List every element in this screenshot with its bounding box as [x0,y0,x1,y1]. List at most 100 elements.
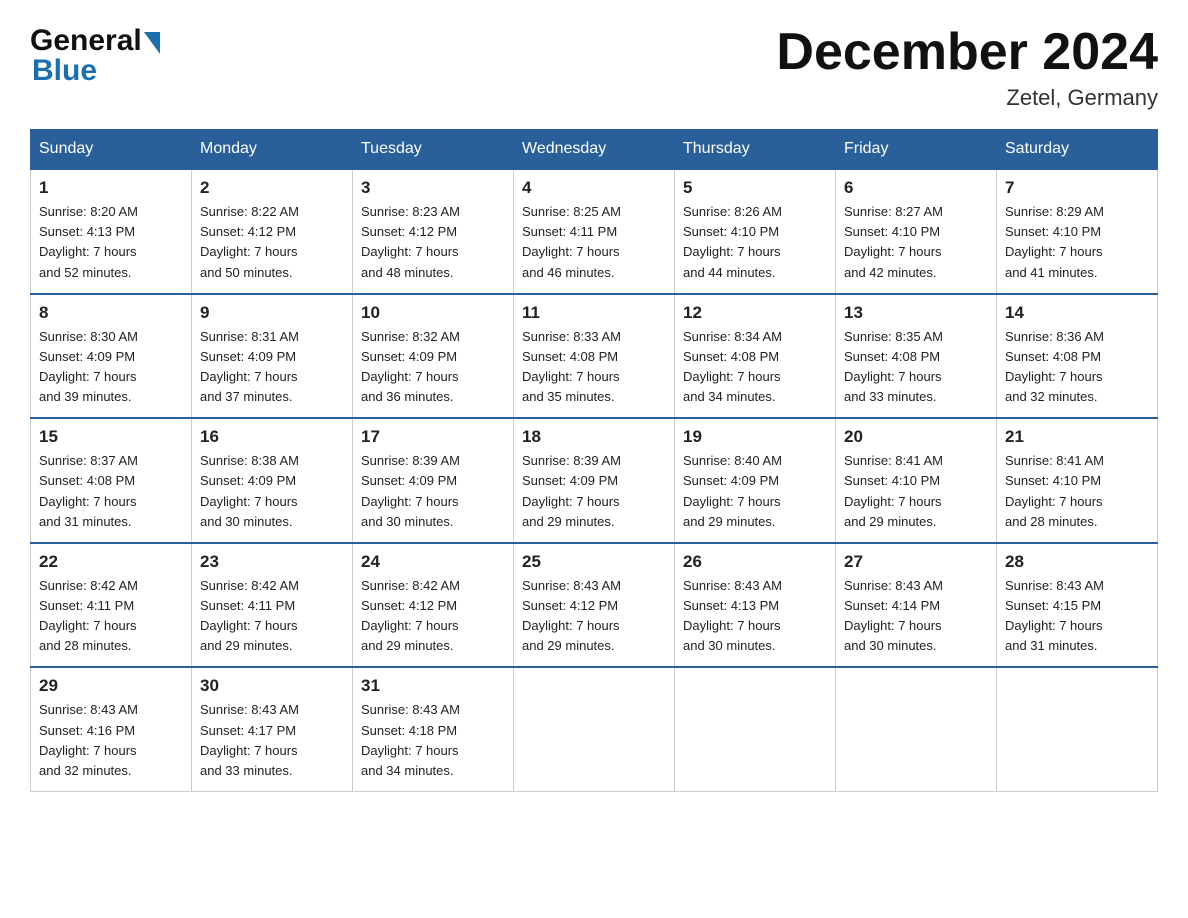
table-row: 14Sunrise: 8:36 AMSunset: 4:08 PMDayligh… [997,294,1158,419]
table-row: 31 Sunrise: 8:43 AMSunset: 4:18 PMDayligh… [353,667,514,791]
day-info: Sunrise: 8:37 AMSunset: 4:08 PMDaylight:… [39,451,183,532]
day-info: Sunrise: 8:34 AMSunset: 4:08 PMDaylight:… [683,327,827,408]
weekday-header-row: Sunday Monday Tuesday Wednesday Thursday… [31,130,1158,170]
header-saturday: Saturday [997,130,1158,170]
day-number: 31 [361,676,505,696]
day-number: 6 [844,178,988,198]
table-row: 30Sunrise: 8:43 AMSunset: 4:17 PMDayligh… [192,667,353,791]
table-row: 28 Sunrise: 8:43 AMSunset: 4:15 PMDayligh… [997,543,1158,668]
day-number: 9 [200,303,344,323]
table-row: 7Sunrise: 8:29 AMSunset: 4:10 PMDaylight… [997,169,1158,294]
page-wrapper: General Blue December 2024 Zetel, German… [0,0,1188,822]
logo: General Blue [30,24,160,88]
day-info: Sunrise: 8:23 AMSunset: 4:12 PMDaylight:… [361,202,505,283]
table-row: 22 Sunrise: 8:42 AMSunset: 4:11 PMDayligh… [31,543,192,668]
calendar-week-row: 29 Sunrise: 8:43 AMSunset: 4:16 PMDayligh… [31,667,1158,791]
table-row: 11 Sunrise: 8:33 AMSunset: 4:08 PMDayligh… [514,294,675,419]
table-row: 23 Sunrise: 8:42 AMSunset: 4:11 PMDayligh… [192,543,353,668]
table-row: 8 Sunrise: 8:30 AMSunset: 4:09 PMDaylight… [31,294,192,419]
table-row: 24 Sunrise: 8:42 AMSunset: 4:12 PMDayligh… [353,543,514,668]
day-info: Sunrise: 8:35 AMSunset: 4:08 PMDaylight:… [844,327,988,408]
table-row: 10 Sunrise: 8:32 AMSunset: 4:09 PMDayligh… [353,294,514,419]
day-number: 29 [39,676,183,696]
day-number: 10 [361,303,505,323]
day-info: Sunrise: 8:42 AMSunset: 4:12 PMDaylight:… [361,576,505,657]
table-row: 9 Sunrise: 8:31 AMSunset: 4:09 PMDaylight… [192,294,353,419]
day-number: 8 [39,303,183,323]
location-title: Zetel, Germany [776,85,1158,111]
table-row: 1 Sunrise: 8:20 AMSunset: 4:13 PMDaylight… [31,169,192,294]
header-tuesday: Tuesday [353,130,514,170]
day-number: 24 [361,552,505,572]
header: General Blue December 2024 Zetel, German… [30,24,1158,111]
table-row: 4 Sunrise: 8:25 AMSunset: 4:11 PMDaylight… [514,169,675,294]
table-row: 16Sunrise: 8:38 AMSunset: 4:09 PMDayligh… [192,418,353,543]
day-number: 28 [1005,552,1149,572]
day-number: 4 [522,178,666,198]
table-row: 17 Sunrise: 8:39 AMSunset: 4:09 PMDayligh… [353,418,514,543]
logo-general-text: General [30,24,142,58]
day-number: 19 [683,427,827,447]
day-number: 3 [361,178,505,198]
header-wednesday: Wednesday [514,130,675,170]
table-row: 13Sunrise: 8:35 AMSunset: 4:08 PMDayligh… [836,294,997,419]
table-row: 25Sunrise: 8:43 AMSunset: 4:12 PMDayligh… [514,543,675,668]
day-number: 26 [683,552,827,572]
day-number: 1 [39,178,183,198]
day-info: Sunrise: 8:27 AMSunset: 4:10 PMDaylight:… [844,202,988,283]
day-number: 15 [39,427,183,447]
day-info: Sunrise: 8:31 AMSunset: 4:09 PMDaylight:… [200,327,344,408]
day-info: Sunrise: 8:41 AMSunset: 4:10 PMDaylight:… [844,451,988,532]
header-friday: Friday [836,130,997,170]
day-number: 23 [200,552,344,572]
day-number: 18 [522,427,666,447]
day-info: Sunrise: 8:39 AMSunset: 4:09 PMDaylight:… [522,451,666,532]
table-row: 19 Sunrise: 8:40 AMSunset: 4:09 PMDayligh… [675,418,836,543]
table-row: 27 Sunrise: 8:43 AMSunset: 4:14 PMDayligh… [836,543,997,668]
day-info: Sunrise: 8:32 AMSunset: 4:09 PMDaylight:… [361,327,505,408]
day-info: Sunrise: 8:43 AMSunset: 4:15 PMDaylight:… [1005,576,1149,657]
day-info: Sunrise: 8:38 AMSunset: 4:09 PMDaylight:… [200,451,344,532]
logo-triangle-icon [144,32,160,54]
day-number: 20 [844,427,988,447]
day-info: Sunrise: 8:30 AMSunset: 4:09 PMDaylight:… [39,327,183,408]
day-info: Sunrise: 8:42 AMSunset: 4:11 PMDaylight:… [200,576,344,657]
day-number: 5 [683,178,827,198]
day-info: Sunrise: 8:40 AMSunset: 4:09 PMDaylight:… [683,451,827,532]
table-row: 18 Sunrise: 8:39 AMSunset: 4:09 PMDayligh… [514,418,675,543]
table-row: 5 Sunrise: 8:26 AMSunset: 4:10 PMDaylight… [675,169,836,294]
day-info: Sunrise: 8:39 AMSunset: 4:09 PMDaylight:… [361,451,505,532]
day-info: Sunrise: 8:43 AMSunset: 4:14 PMDaylight:… [844,576,988,657]
table-row: 12 Sunrise: 8:34 AMSunset: 4:08 PMDayligh… [675,294,836,419]
calendar-week-row: 22 Sunrise: 8:42 AMSunset: 4:11 PMDayligh… [31,543,1158,668]
day-info: Sunrise: 8:29 AMSunset: 4:10 PMDaylight:… [1005,202,1149,283]
day-info: Sunrise: 8:25 AMSunset: 4:11 PMDaylight:… [522,202,666,283]
table-row: 2Sunrise: 8:22 AMSunset: 4:12 PMDaylight… [192,169,353,294]
table-row: 6 Sunrise: 8:27 AMSunset: 4:10 PMDaylight… [836,169,997,294]
table-row: 3 Sunrise: 8:23 AMSunset: 4:12 PMDaylight… [353,169,514,294]
table-row: 21Sunrise: 8:41 AMSunset: 4:10 PMDayligh… [997,418,1158,543]
day-info: Sunrise: 8:43 AMSunset: 4:16 PMDaylight:… [39,700,183,781]
day-number: 22 [39,552,183,572]
day-info: Sunrise: 8:33 AMSunset: 4:08 PMDaylight:… [522,327,666,408]
calendar-body: 1 Sunrise: 8:20 AMSunset: 4:13 PMDaylight… [31,169,1158,791]
day-number: 27 [844,552,988,572]
day-info: Sunrise: 8:43 AMSunset: 4:18 PMDaylight:… [361,700,505,781]
day-info: Sunrise: 8:26 AMSunset: 4:10 PMDaylight:… [683,202,827,283]
day-number: 12 [683,303,827,323]
day-info: Sunrise: 8:42 AMSunset: 4:11 PMDaylight:… [39,576,183,657]
table-row: 15 Sunrise: 8:37 AMSunset: 4:08 PMDayligh… [31,418,192,543]
day-number: 25 [522,552,666,572]
day-info: Sunrise: 8:20 AMSunset: 4:13 PMDaylight:… [39,202,183,283]
day-info: Sunrise: 8:43 AMSunset: 4:13 PMDaylight:… [683,576,827,657]
day-info: Sunrise: 8:41 AMSunset: 4:10 PMDaylight:… [1005,451,1149,532]
calendar-table: Sunday Monday Tuesday Wednesday Thursday… [30,129,1158,792]
table-row: 20 Sunrise: 8:41 AMSunset: 4:10 PMDayligh… [836,418,997,543]
day-number: 17 [361,427,505,447]
header-thursday: Thursday [675,130,836,170]
title-block: December 2024 Zetel, Germany [776,24,1158,111]
calendar-week-row: 1 Sunrise: 8:20 AMSunset: 4:13 PMDaylight… [31,169,1158,294]
month-title: December 2024 [776,24,1158,81]
day-number: 11 [522,303,666,323]
day-number: 14 [1005,303,1149,323]
